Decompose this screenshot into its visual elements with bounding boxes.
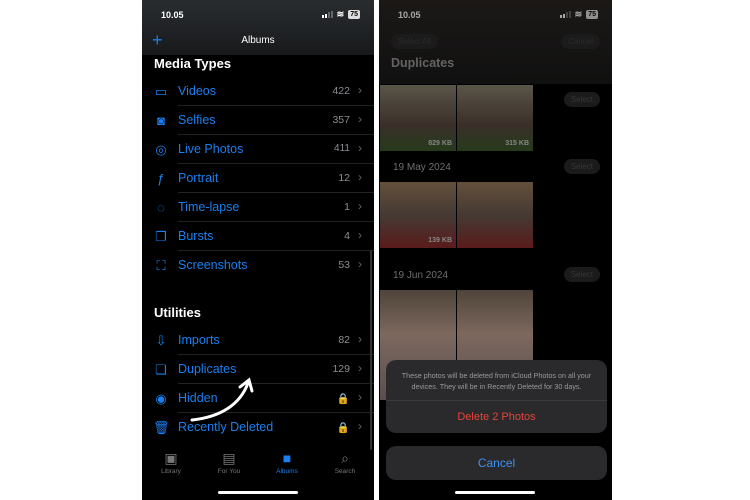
home-indicator [455,491,535,494]
album-count: 53 [338,259,350,271]
video-icon: ▭ [154,84,168,99]
album-count: 129 [332,363,350,375]
chevron-right-icon: › [358,199,362,213]
album-row-screenshots[interactable]: ⛶ Screenshots 53 › [142,251,374,280]
album-label: Portrait [178,171,219,185]
hidden-icon: ◉ [155,391,167,406]
clock: 10.05 [161,10,184,20]
tab-library[interactable]: ▣ Library [142,448,200,488]
chevron-right-icon: › [358,112,362,126]
page-title: Albums [241,35,275,46]
album-row-recently-deleted[interactable]: 🗑 Recently Deleted 🔒 › [142,413,374,442]
chevron-right-icon: › [358,361,362,375]
action-sheet: These photos will be deleted from iCloud… [386,360,607,433]
import-icon: ⇩ [155,333,167,348]
album-label: Live Photos [178,142,244,156]
album-row-videos[interactable]: ▭ Videos 422 › [142,77,374,106]
album-row-duplicates[interactable]: ❏ Duplicates 129 › [142,355,374,384]
chevron-right-icon: › [358,419,362,433]
album-count: 12 [338,172,350,184]
section-title: Media Types [154,56,232,71]
album-row-time-lapse[interactable]: ◌ Time-lapse 1 › [142,193,374,222]
album-label: Imports [178,333,220,347]
albums-icon: ■ [282,450,292,466]
delete-photos-button[interactable]: Delete 2 Photos [386,401,607,433]
albums-screen: 10.05 ≋ 75 + Albums Media Types ▭ Videos 42… [142,0,374,500]
album-count: 4 [344,230,350,242]
tab-search[interactable]: ⌕ Search [316,448,374,488]
annotation-arrow [190,377,254,422]
album-row-portrait[interactable]: ƒ Portrait 12 › [142,164,374,193]
scrollbar[interactable] [370,250,372,450]
chevron-right-icon: › [358,228,362,242]
home-indicator [218,491,298,494]
tab-for-you[interactable]: ▤ For You [200,448,258,488]
screenshot-icon: ⛶ [156,258,166,273]
album-label: Screenshots [178,258,248,272]
duplicates-screen: Select 829 KB 315 KB 19 May 2024 Select 139 K… [379,0,612,500]
chevron-right-icon: › [358,332,362,346]
album-count: 1 [344,201,350,213]
status-bar: 10.05 ≋ 75 [142,0,374,30]
section-title: Utilities [154,305,201,320]
album-label: Duplicates [178,362,237,376]
album-count: 357 [332,114,350,126]
album-label: Selfies [178,113,216,127]
chevron-right-icon: › [358,170,362,184]
album-row-selfies[interactable]: ◙ Selfies 357 › [142,106,374,135]
chevron-right-icon: › [358,83,362,97]
bursts-icon: ❐ [155,229,167,244]
for-you-icon: ▤ [222,450,236,466]
trash-icon: 🗑 [153,420,170,435]
cancel-button[interactable]: Cancel [386,446,607,480]
chevron-right-icon: › [358,390,362,404]
album-label: Bursts [178,229,214,243]
tab-bar: ▣ Library ▤ For You ■ Albums ⌕ Search [142,448,374,488]
album-label: Time-lapse [178,200,240,214]
live-photo-icon: ◎ [155,142,167,157]
portrait-icon: ƒ [157,171,165,186]
library-icon: ▣ [164,450,178,466]
tab-albums[interactable]: ■ Albums [258,448,316,488]
chevron-right-icon: › [358,141,362,155]
album-row-live-photos[interactable]: ◎ Live Photos 411 › [142,135,374,164]
wifi-icon: ≋ [336,9,345,19]
album-row-imports[interactable]: ⇩ Imports 82 › [142,326,374,355]
selfie-icon: ◙ [157,113,165,128]
duplicates-icon: ❏ [155,362,167,377]
signal-icon [321,11,333,18]
album-row-hidden[interactable]: ◉ Hidden 🔒 › [142,384,374,413]
album-count: 422 [332,85,350,97]
sheet-message: These photos will be deleted from iCloud… [386,360,607,401]
timelapse-icon: ◌ [157,200,165,215]
lock-icon: 🔒 [336,422,350,434]
chevron-right-icon: › [358,257,362,271]
album-count: 411 [334,143,350,154]
album-label: Videos [178,84,216,98]
album-count: 82 [338,334,350,346]
battery-icon: 75 [348,10,360,19]
search-icon: ⌕ [341,450,349,466]
lock-icon: 🔒 [336,393,350,405]
album-row-bursts[interactable]: ❐ Bursts 4 › [142,222,374,251]
